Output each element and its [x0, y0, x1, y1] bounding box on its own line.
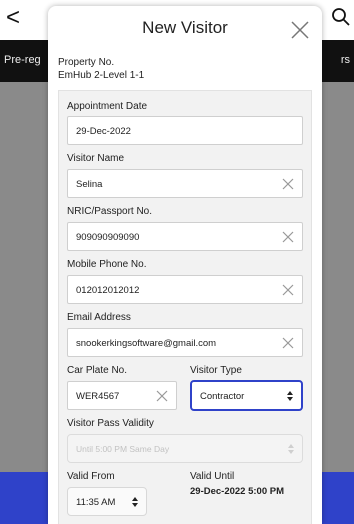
pass-validity-select: Until 5:00 PM Same Day [67, 434, 303, 463]
visitor-name-value: Selina [76, 179, 103, 190]
nric-label: NRIC/Passport No. [67, 206, 153, 217]
pass-validity-label: Visitor Pass Validity [67, 418, 154, 429]
search-icon[interactable] [330, 6, 352, 28]
appointment-date-value: 29-Dec-2022 [76, 126, 131, 137]
visitor-name-label: Visitor Name [67, 153, 125, 164]
clear-icon[interactable] [156, 390, 168, 402]
tab-pre-registration[interactable]: Pre-reg [4, 54, 41, 66]
clear-icon[interactable] [282, 178, 294, 190]
mobile-field[interactable]: 012012012012 [67, 275, 303, 304]
visitor-type-label: Visitor Type [190, 365, 242, 376]
select-arrows-icon [288, 444, 294, 454]
clear-icon[interactable] [282, 337, 294, 349]
car-plate-label: Car Plate No. [67, 365, 128, 376]
new-visitor-modal: New Visitor Property No. EmHub 2-Level 1… [48, 6, 322, 524]
car-plate-value: WER4567 [76, 391, 120, 402]
close-icon[interactable] [290, 20, 310, 40]
mobile-label: Mobile Phone No. [67, 259, 147, 270]
visitor-name-field[interactable]: Selina [67, 169, 303, 198]
clear-icon[interactable] [282, 231, 294, 243]
valid-until-value: 29-Dec-2022 5:00 PM [190, 486, 284, 497]
visitor-form: Appointment Date 29-Dec-2022 Visitor Nam… [58, 90, 312, 524]
valid-until-label: Valid Until [190, 471, 235, 482]
visitor-type-value: Contractor [200, 391, 245, 402]
valid-from-select[interactable]: 11:35 AM [67, 487, 147, 516]
nric-field[interactable]: 909090909090 [67, 222, 303, 251]
car-plate-field[interactable]: WER4567 [67, 381, 177, 410]
property-label: Property No. [58, 57, 115, 68]
visitor-type-select[interactable]: Contractor [190, 380, 303, 411]
appointment-date-label: Appointment Date [67, 101, 148, 112]
property-value: EmHub 2-Level 1-1 [58, 70, 145, 81]
back-chevron-icon[interactable]: < [6, 4, 20, 32]
modal-header: New Visitor [48, 6, 322, 52]
select-arrows-icon [132, 497, 138, 507]
tab-visitors[interactable]: rs [341, 54, 350, 66]
appointment-date-field[interactable]: 29-Dec-2022 [67, 116, 303, 145]
valid-from-value: 11:35 AM [76, 497, 116, 508]
email-field[interactable]: snookerkingsoftware@gmail.com [67, 328, 303, 357]
email-label: Email Address [67, 312, 131, 323]
pass-validity-value: Until 5:00 PM Same Day [76, 444, 170, 454]
mobile-value: 012012012012 [76, 285, 140, 296]
valid-from-label: Valid From [67, 471, 115, 482]
nric-value: 909090909090 [76, 232, 140, 243]
email-value: snookerkingsoftware@gmail.com [76, 338, 217, 349]
modal-title: New Visitor [142, 18, 228, 37]
clear-icon[interactable] [282, 284, 294, 296]
select-arrows-icon [287, 391, 293, 401]
